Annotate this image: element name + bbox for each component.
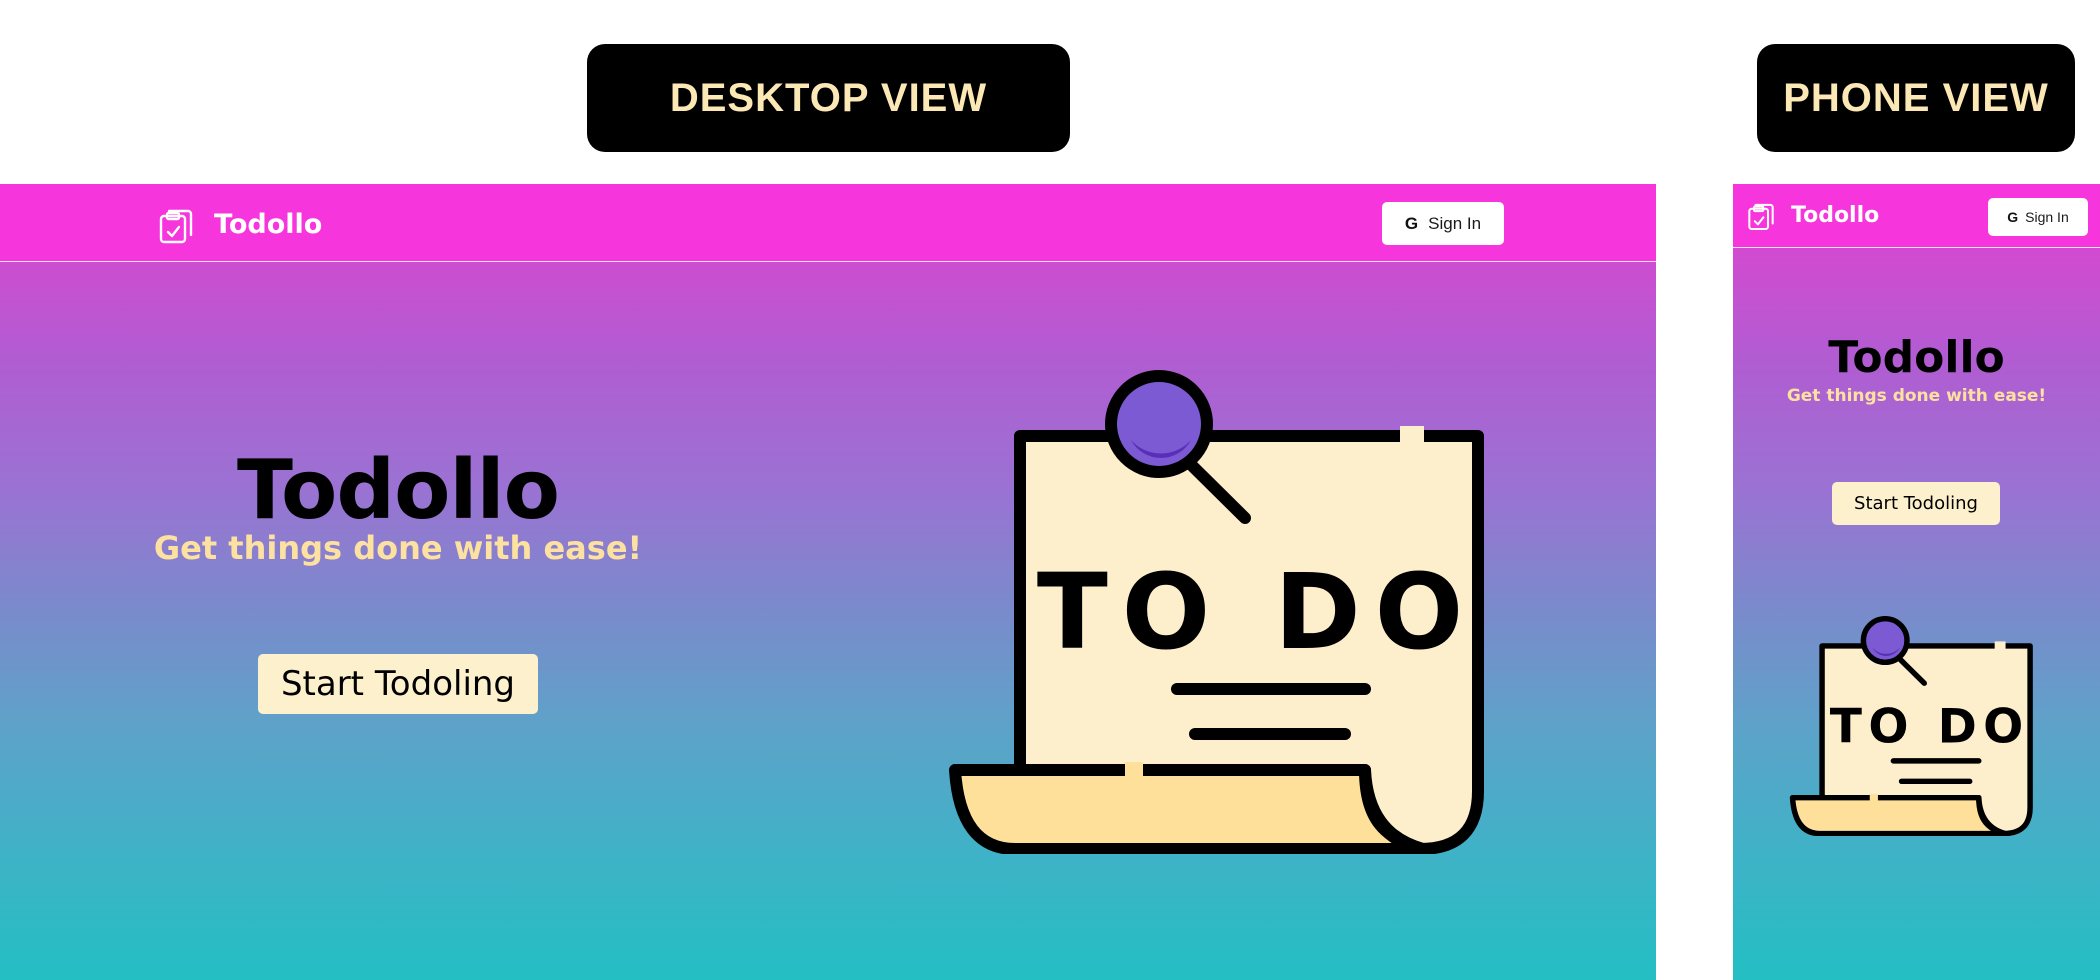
sign-in-label: Sign In — [1428, 213, 1482, 233]
hero-title: Todollo — [1828, 332, 2005, 383]
todo-note-illustration: TO DO — [1789, 615, 2033, 836]
desktop-preview: Todollo G Sign In Todollo Get things don… — [0, 184, 1656, 980]
brand-logo[interactable]: Todollo — [1747, 198, 1879, 232]
hero-title: Todollo — [237, 443, 560, 538]
phone-preview: Todollo G Sign In Todollo Get things don… — [1733, 184, 2100, 980]
brand-logo[interactable]: Todollo — [158, 204, 322, 244]
clipboard-check-icon — [159, 209, 193, 244]
todo-note-text: TO DO — [1830, 699, 2030, 754]
clipboard-check-icon — [1748, 203, 1774, 231]
navbar: Todollo G Sign In — [1733, 184, 2100, 248]
start-todoling-button[interactable]: Start Todoling — [1832, 482, 2000, 525]
phone-view-label: PHONE VIEW — [1757, 44, 2075, 152]
sign-in-button[interactable]: G Sign In — [1382, 202, 1504, 245]
sign-in-button[interactable]: G Sign In — [1988, 198, 2088, 236]
brand-name: Todollo — [1791, 202, 1880, 228]
start-todoling-button[interactable]: Start Todoling — [258, 654, 538, 714]
sign-in-label: Sign In — [2025, 209, 2069, 225]
google-g-icon: G — [1404, 213, 1419, 233]
todo-note-illustration: TO DO — [949, 370, 1484, 854]
hero-subtitle: Get things done with ease! — [1786, 386, 2047, 406]
todo-note-text: TO DO — [1037, 551, 1477, 673]
hero-subtitle: Get things done with ease! — [153, 529, 643, 567]
brand-name: Todollo — [214, 208, 323, 240]
google-g-icon: G — [2007, 209, 2019, 225]
navbar: Todollo G Sign In — [0, 184, 1656, 262]
desktop-view-label: DESKTOP VIEW — [587, 44, 1070, 152]
